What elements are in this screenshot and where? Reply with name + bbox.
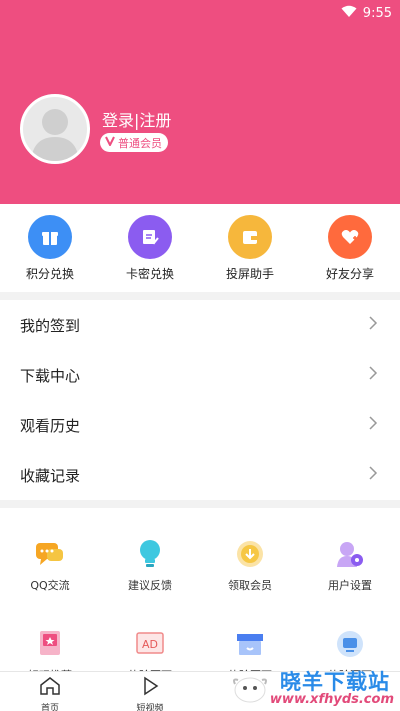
- login-register-link[interactable]: 登录|注册: [102, 107, 171, 131]
- quick-action-cast-assistant[interactable]: 投屏助手: [200, 204, 300, 292]
- quick-actions: 积分兑换 卡密兑换 投屏助手 好友分享: [0, 204, 400, 292]
- quick-action-label: 好友分享: [325, 267, 374, 281]
- avatar[interactable]: [20, 94, 90, 164]
- lightbulb-icon: [134, 538, 166, 570]
- vip-v-icon: [105, 136, 115, 149]
- quick-action-label: 卡密兑换: [125, 267, 174, 281]
- tools-grid-row: QQ交流 建议反馈 领取会员 用户设置: [0, 538, 400, 593]
- tool-label: 领取会员: [228, 579, 272, 592]
- quick-action-card-exchange[interactable]: 卡密兑换: [100, 204, 200, 292]
- quick-action-share[interactable]: 好友分享: [300, 204, 400, 292]
- menu-item-history[interactable]: 观看历史: [0, 400, 400, 450]
- chevron-right-icon: [368, 465, 378, 485]
- menu-list: 我的签到 下载中心 观看历史 收藏记录: [0, 300, 400, 500]
- menu-item-label: 观看历史: [20, 416, 81, 435]
- play-icon: [140, 676, 160, 700]
- chevron-right-icon: [368, 315, 378, 335]
- tool-qq-group[interactable]: QQ交流: [0, 538, 100, 593]
- svg-text:AD: AD: [142, 638, 158, 651]
- menu-item-checkin[interactable]: 我的签到: [0, 300, 400, 350]
- chat-bubble-icon: [34, 538, 66, 570]
- gift-icon: [28, 215, 72, 259]
- home-icon: [39, 676, 61, 700]
- site-watermark: 晓羊下载站 www.xfhyds.com: [230, 666, 400, 711]
- tool-label: 建议反馈: [128, 579, 172, 592]
- tab-label: 短视频: [136, 704, 164, 711]
- menu-item-downloads[interactable]: 下载中心: [0, 350, 400, 400]
- chevron-right-icon: [368, 365, 378, 385]
- member-badge: 普通会员: [100, 133, 168, 152]
- wifi-icon: [341, 5, 357, 22]
- ad-icon: AD: [134, 628, 166, 660]
- menu-item-label: 我的签到: [20, 316, 81, 335]
- screen-icon: [334, 628, 366, 660]
- wallet-icon: [228, 215, 272, 259]
- tab-home[interactable]: 首页: [0, 672, 100, 711]
- quick-action-points-exchange[interactable]: 积分兑换: [0, 204, 100, 292]
- menu-item-favorites[interactable]: 收藏记录: [0, 450, 400, 500]
- profile-header: 9:55 登录|注册 普通会员: [0, 0, 400, 204]
- coin-download-icon: [234, 538, 266, 570]
- watermark-url: www.xfhyds.com: [269, 692, 394, 707]
- heart-share-icon: [328, 215, 372, 259]
- tool-claim-membership[interactable]: 领取会员: [200, 538, 300, 593]
- tool-user-settings[interactable]: 用户设置: [300, 538, 400, 593]
- sheep-logo-icon: [232, 672, 268, 706]
- tool-label: 用户设置: [328, 579, 372, 592]
- menu-item-label: 下载中心: [20, 366, 81, 385]
- default-avatar-icon: [31, 109, 79, 161]
- user-settings-icon: [334, 538, 366, 570]
- status-time: 9:55: [362, 5, 392, 21]
- chevron-right-icon: [368, 415, 378, 435]
- quick-action-label: 投屏助手: [225, 267, 274, 281]
- quick-action-label: 积分兑换: [25, 267, 74, 281]
- recommend-icon: [34, 628, 66, 660]
- shop-icon: [234, 628, 266, 660]
- card-key-icon: [128, 215, 172, 259]
- tab-short-video[interactable]: 短视频: [100, 672, 200, 711]
- menu-item-label: 收藏记录: [20, 466, 81, 485]
- tool-label: QQ交流: [30, 579, 70, 592]
- status-bar: 9:55: [341, 4, 392, 22]
- tool-feedback[interactable]: 建议反馈: [100, 538, 200, 593]
- tab-label: 首页: [40, 704, 59, 711]
- member-badge-label: 普通会员: [118, 136, 162, 150]
